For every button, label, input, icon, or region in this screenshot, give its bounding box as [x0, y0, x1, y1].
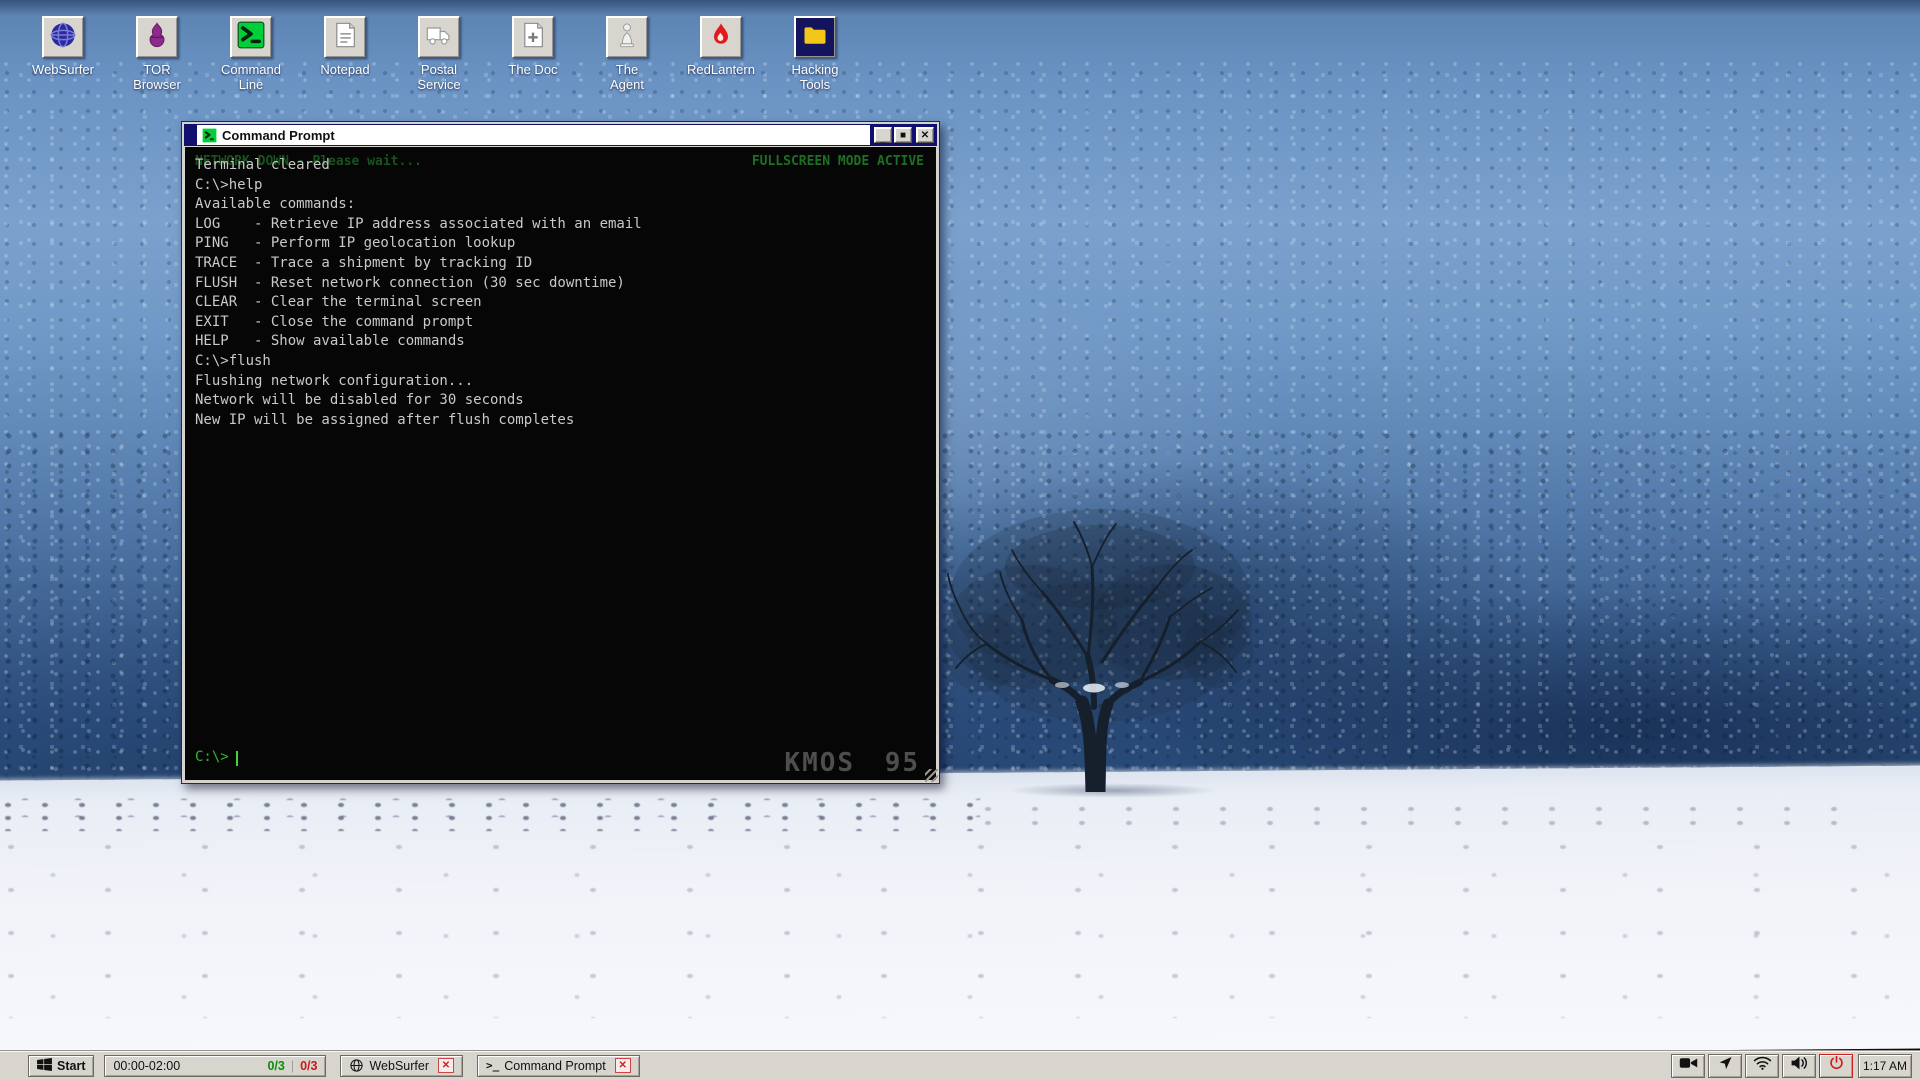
icon-label: WebSurfer [32, 63, 94, 78]
icon-label: RedLantern [687, 63, 755, 78]
desktop-icons-row: WebSurfer TOR Browser Command Line [16, 16, 862, 93]
terminal-icon: >_ [486, 1059, 499, 1072]
desktop-icon-hacking-tools[interactable]: Hacking Tools [768, 16, 862, 93]
maximize-button[interactable]: ■ [894, 127, 912, 143]
icon-label: TOR Browser [133, 63, 181, 93]
taskbar: Start 00:00-02:00 0/3 | 0/3 WebSurfer ✕ … [0, 1050, 1920, 1080]
close-button[interactable]: ✕ [916, 127, 934, 143]
text-cursor [236, 751, 238, 766]
command-prompt-window: Command Prompt _ ■ ✕ NETWORK DOWN - Plea… [181, 121, 940, 784]
timer-count-green: 0/3 [267, 1059, 284, 1073]
tray-volume-button[interactable] [1782, 1054, 1816, 1078]
location-arrow-icon [1716, 1055, 1735, 1076]
agent-figure-icon [613, 21, 641, 54]
desktop-icon-redlantern[interactable]: RedLantern [674, 16, 768, 93]
tray-location-button[interactable] [1708, 1054, 1742, 1078]
task-close-button[interactable]: ✕ [615, 1058, 631, 1073]
window-titleplate: Command Prompt [197, 125, 870, 145]
wifi-icon [1753, 1055, 1772, 1076]
terminal-icon [202, 128, 217, 143]
shift-timer-panel: 00:00-02:00 0/3 | 0/3 [104, 1055, 326, 1077]
camera-icon [1679, 1055, 1698, 1076]
icon-label: Command Line [221, 63, 281, 93]
desktop-icon-postal-service[interactable]: Postal Service [392, 16, 486, 93]
volume-icon [1790, 1055, 1809, 1076]
kmos-watermark: KMOS 95 [784, 754, 920, 774]
bare-tree [942, 492, 1258, 792]
icon-label: Notepad [320, 63, 369, 78]
desktop-icon-the-agent[interactable]: The Agent [580, 16, 674, 93]
task-button-websurfer[interactable]: WebSurfer ✕ [340, 1055, 463, 1077]
window-title: Command Prompt [222, 128, 335, 143]
terminal-icon [237, 21, 265, 54]
taskbar-clock: 1:17 AM [1858, 1054, 1912, 1078]
icon-label: The Doc [508, 63, 557, 78]
wallpaper-snow-specks [0, 838, 1920, 1018]
windows-logo-icon [37, 1058, 52, 1074]
wallpaper-snow-tracks [0, 797, 980, 831]
tray-wifi-button[interactable] [1745, 1054, 1779, 1078]
icon-label: Postal Service [417, 63, 460, 93]
desktop-icon-the-doc[interactable]: The Doc [486, 16, 580, 93]
minimize-button[interactable]: _ [874, 127, 892, 143]
desktop-icon-command-line[interactable]: Command Line [204, 16, 298, 93]
window-titlebar[interactable]: Command Prompt _ ■ ✕ [184, 124, 937, 146]
desktop-icon-tor-browser[interactable]: TOR Browser [110, 16, 204, 93]
terminal-prompt[interactable]: C:\> [195, 748, 238, 768]
timer-count-red: 0/3 [300, 1059, 317, 1073]
notepad-icon [331, 21, 359, 54]
flame-icon [707, 21, 735, 54]
document-plus-icon [519, 21, 547, 54]
terminal-area[interactable]: NETWORK DOWN - Please wait... FULLSCREEN… [185, 147, 936, 780]
tray-power-button[interactable] [1819, 1054, 1853, 1078]
window-controls: _ ■ ✕ [871, 124, 937, 146]
timer-separator: | [291, 1059, 294, 1073]
desktop-icon-notepad[interactable]: Notepad [298, 16, 392, 93]
desktop: WebSurfer TOR Browser Command Line [0, 0, 1920, 1080]
tray-camera-button[interactable] [1671, 1054, 1705, 1078]
globe-icon [49, 21, 77, 54]
globe-icon [349, 1058, 364, 1073]
folder-icon [801, 21, 829, 54]
icon-label: Hacking Tools [792, 63, 839, 93]
timer-range: 00:00-02:00 [113, 1059, 180, 1073]
terminal-output: Terminal cleared C:\>help Available comm… [185, 147, 936, 439]
start-button[interactable]: Start [28, 1055, 94, 1077]
resize-grip[interactable] [925, 769, 938, 782]
power-icon [1827, 1055, 1846, 1076]
wallpaper-snow-tracks-right [980, 801, 1860, 827]
onion-icon [143, 21, 171, 54]
desktop-icon-websurfer[interactable]: WebSurfer [16, 16, 110, 93]
icon-label: The Agent [610, 63, 644, 93]
task-button-command-prompt[interactable]: >_ Command Prompt ✕ [477, 1055, 640, 1077]
task-close-button[interactable]: ✕ [438, 1058, 454, 1073]
delivery-truck-icon [425, 21, 453, 54]
